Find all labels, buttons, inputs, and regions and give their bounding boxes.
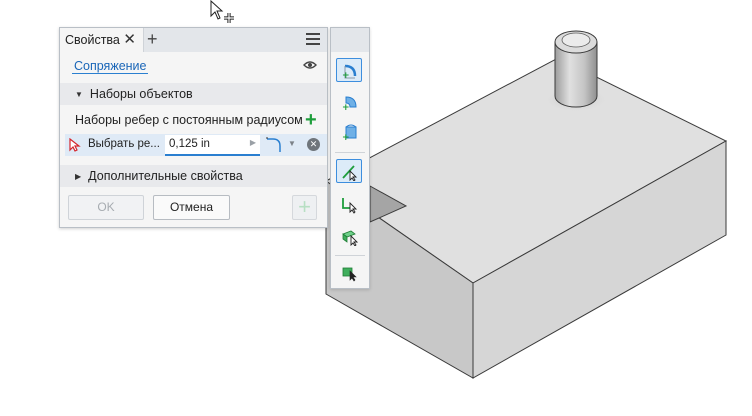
fillet-edge-button[interactable]: + (336, 58, 362, 82)
toolbar-divider (335, 152, 365, 153)
select-edges-label[interactable]: Выбрать ре... (88, 138, 160, 150)
clear-icon[interactable]: ✕ (307, 138, 320, 151)
fillet-full-round-button[interactable]: + (336, 120, 362, 144)
select-loop-icon (342, 198, 358, 214)
add-tab-button[interactable]: + (147, 29, 158, 49)
collapse-triangle-icon: ▼ (75, 89, 83, 99)
panel-tab-bar: Свойства ✕ + (60, 28, 327, 52)
eye-icon[interactable] (303, 60, 317, 70)
fillet-face-button[interactable]: + (336, 90, 362, 114)
radius-value: 0,125 in (169, 138, 210, 150)
toolbar-divider (335, 255, 365, 256)
fillet-edge-icon: + (342, 64, 357, 80)
arrow-select-icon (69, 138, 81, 152)
fillet-full-round-icon: + (342, 124, 357, 142)
feature-name-row: Сопряжение (60, 52, 327, 82)
mouse-cursor-icon (210, 0, 234, 23)
radius-input[interactable]: 0,125 in ▶ (165, 135, 260, 156)
select-solid-button[interactable] (336, 260, 362, 284)
mini-toolbar-header (331, 28, 369, 52)
svg-text:+: + (342, 133, 350, 142)
select-edge-button[interactable] (336, 159, 362, 183)
chevron-down-icon[interactable]: ▼ (288, 139, 296, 148)
ok-button[interactable]: OK (68, 195, 144, 220)
feature-name-field[interactable]: Сопряжение (72, 59, 149, 74)
cancel-button[interactable]: Отмена (153, 195, 230, 220)
select-loop-button[interactable] (336, 192, 362, 216)
properties-panel: Свойства ✕ + Сопряжение ▼ Наборы объекто… (59, 27, 328, 228)
expand-triangle-icon: ▶ (75, 171, 82, 181)
tab-properties[interactable]: Свойства ✕ (60, 28, 144, 52)
svg-text:+: + (342, 71, 350, 80)
hamburger-icon[interactable] (306, 33, 320, 48)
section-additional[interactable]: ▶ Дополнительные свойства (60, 165, 327, 187)
selection-mini-toolbar: + + + (330, 27, 370, 289)
select-feature-icon (342, 230, 359, 246)
section-object-sets-label: Наборы объектов (89, 87, 193, 101)
add-set-button[interactable]: + (305, 108, 317, 132)
tab-properties-label: Свойства (65, 33, 120, 47)
fillet-profile-icon[interactable] (265, 136, 285, 154)
section-additional-label: Дополнительные свойства (88, 169, 243, 183)
edge-sets-row: Наборы ребер с постоянным радиусом + (60, 108, 327, 134)
edge-sets-label: Наборы ребер с постоянным радиусом (75, 113, 303, 127)
apply-button[interactable]: + (292, 195, 317, 220)
select-solid-icon (342, 267, 357, 282)
svg-text:+: + (342, 103, 350, 112)
edge-selection-row[interactable]: Выбрать ре... 0,125 in ▶ ▼ ✕ (65, 134, 327, 156)
section-object-sets[interactable]: ▼ Наборы объектов (60, 83, 327, 105)
select-feature-button[interactable] (336, 224, 362, 248)
close-icon[interactable]: ✕ (123, 31, 136, 48)
fillet-face-icon: + (342, 96, 357, 112)
spin-arrow-icon[interactable]: ▶ (250, 138, 256, 147)
select-edge-icon (342, 165, 358, 181)
block-model[interactable] (325, 30, 728, 379)
